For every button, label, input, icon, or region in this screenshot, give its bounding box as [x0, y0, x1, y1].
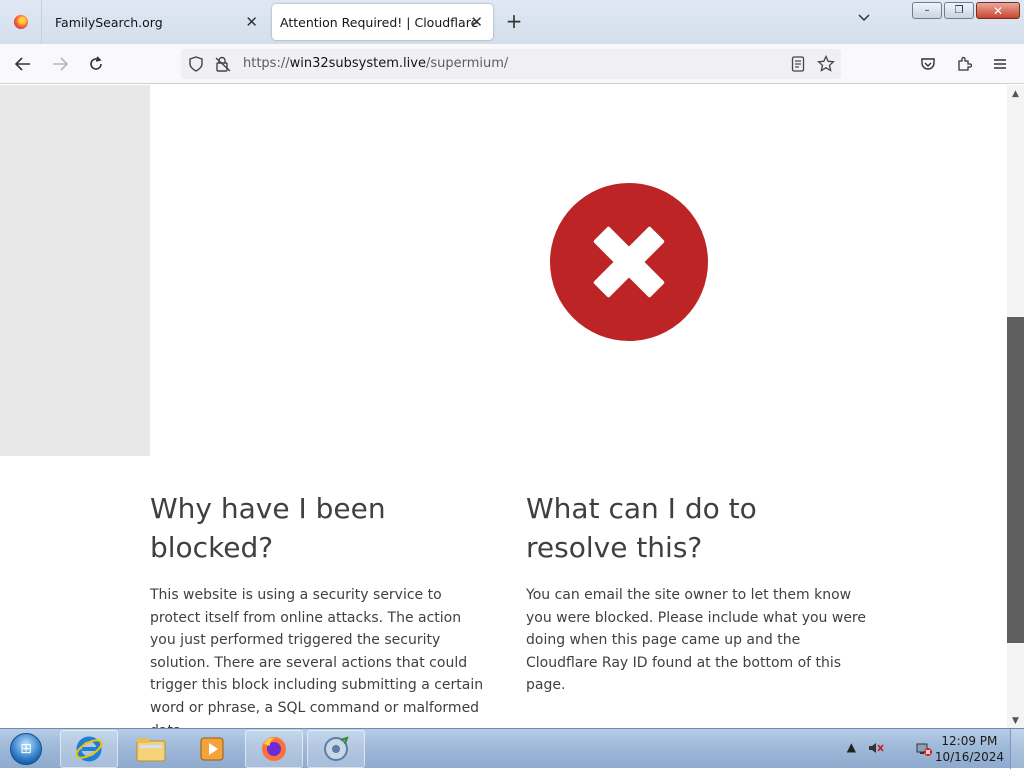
- why-blocked-heading: Why have I been blocked?: [150, 492, 386, 564]
- tab-close-icon[interactable]: ✕: [245, 13, 258, 31]
- restore-button[interactable]: ❐: [944, 2, 974, 19]
- why-blocked-section: Why have I been blocked? This website is…: [150, 489, 490, 728]
- grey-side-panel: [0, 85, 150, 456]
- forward-arrow-icon: [53, 57, 68, 71]
- tab-bar: FamilySearch.org ✕ Attention Required! |…: [0, 0, 1024, 44]
- taskbar-clock[interactable]: 12:09 PM 10/16/2024: [935, 733, 1004, 765]
- back-button[interactable]: [11, 52, 35, 76]
- pocket-button[interactable]: [916, 52, 940, 76]
- why-blocked-text: This website is using a security service…: [150, 587, 484, 728]
- window-controls: – ❐ ✕: [912, 2, 1020, 19]
- app-menu-button[interactable]: [988, 52, 1012, 76]
- reload-icon: [90, 56, 102, 70]
- file-explorer-icon: [136, 738, 166, 762]
- tracking-protection-shield-icon[interactable]: [187, 55, 205, 73]
- firefox-icon: [13, 15, 28, 29]
- firefox-view-button[interactable]: [0, 0, 42, 44]
- reader-view-icon[interactable]: [789, 55, 807, 73]
- scroll-thumb[interactable]: [1007, 317, 1024, 643]
- clock-date: 10/16/2024: [934, 750, 1004, 764]
- url-host: win32subsystem.live: [289, 56, 426, 71]
- scroll-up-arrow-icon[interactable]: ▲: [1007, 87, 1024, 101]
- url-scheme: https://: [243, 56, 290, 71]
- extensions-icon: [958, 56, 972, 71]
- page-content: Why have I been blocked? This website is…: [0, 85, 1007, 728]
- taskbar-firefox[interactable]: [245, 730, 303, 768]
- firefox-icon: [262, 737, 286, 761]
- back-arrow-icon: [15, 57, 30, 71]
- show-desktop-button[interactable]: [1010, 729, 1024, 769]
- clock-time: 12:09 PM: [941, 734, 998, 748]
- scroll-down-arrow-icon[interactable]: ▼: [1007, 714, 1024, 728]
- menu-icon: [994, 59, 1006, 69]
- app-icon: [324, 736, 349, 761]
- media-player-icon: [200, 737, 224, 761]
- tab-label: Attention Required! | Cloudflare: [280, 14, 479, 30]
- windows-taskbar: ⊞ ▲ 12:09 PM 10/16/2024: [0, 728, 1024, 769]
- taskbar-internet-explorer[interactable]: [60, 730, 118, 768]
- tab-familysearch[interactable]: FamilySearch.org ✕: [42, 4, 268, 40]
- navigation-toolbar: https://win32subsystem.live/supermium/: [0, 44, 1024, 84]
- start-button[interactable]: ⊞: [4, 731, 48, 767]
- tab-cloudflare[interactable]: Attention Required! | Cloudflare ✕: [272, 4, 493, 40]
- tab-label: FamilySearch.org: [55, 14, 163, 30]
- close-window-button[interactable]: ✕: [976, 2, 1020, 19]
- resolve-heading: What can I do to resolve this?: [526, 492, 757, 564]
- address-bar[interactable]: https://win32subsystem.live/supermium/: [181, 49, 841, 79]
- list-all-tabs-button[interactable]: [853, 11, 875, 31]
- error-x-icon: [550, 183, 708, 341]
- extensions-button[interactable]: [952, 52, 976, 76]
- taskbar-file-explorer[interactable]: [122, 730, 180, 768]
- vertical-scrollbar[interactable]: ▲ ▼: [1007, 85, 1024, 728]
- forward-button[interactable]: [48, 52, 72, 76]
- resolve-text: You can email the site owner to let them…: [526, 587, 866, 694]
- resolve-section: What can I do to resolve this? You can e…: [526, 489, 866, 697]
- volume-muted-icon[interactable]: [868, 741, 884, 758]
- reload-button[interactable]: [84, 52, 108, 76]
- minimize-button[interactable]: –: [912, 2, 942, 19]
- new-tab-button[interactable]: +: [503, 10, 525, 32]
- show-hidden-icons-button[interactable]: ▲: [847, 740, 856, 754]
- pocket-icon: [921, 58, 935, 70]
- chevron-down-icon: [858, 14, 870, 22]
- network-disconnected-icon[interactable]: [916, 741, 932, 760]
- url-path: /supermium/: [425, 56, 509, 71]
- windows-orb-icon: ⊞: [10, 733, 42, 765]
- lock-warning-icon[interactable]: [214, 55, 232, 73]
- tab-close-icon[interactable]: ✕: [470, 13, 483, 31]
- taskbar-app[interactable]: [307, 730, 365, 768]
- taskbar-media-player[interactable]: [183, 730, 241, 768]
- internet-explorer-icon: [75, 736, 103, 762]
- browser-window: FamilySearch.org ✕ Attention Required! |…: [0, 0, 1024, 728]
- bookmark-star-icon[interactable]: [817, 55, 835, 73]
- url-text[interactable]: https://win32subsystem.live/supermium/: [243, 56, 508, 71]
